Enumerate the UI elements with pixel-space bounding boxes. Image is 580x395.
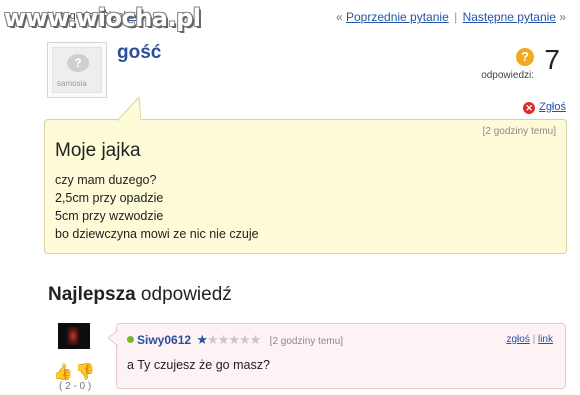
speech-tail <box>108 330 118 346</box>
site-watermark: www.wiocha.pl <box>4 4 201 32</box>
answer-meta: Siwy0612 ★★★★★★ [2 godziny temu] <box>127 332 343 348</box>
nav-separator: | <box>454 10 458 24</box>
close-x-icon: ✕ <box>523 102 536 114</box>
actions-separator: | <box>532 334 536 345</box>
answerer-avatar[interactable] <box>58 323 90 349</box>
thumbs-down-icon[interactable]: 👎 <box>75 362 95 382</box>
answer-permalink[interactable]: link <box>538 334 553 345</box>
report-label: Zgłoś <box>539 101 566 113</box>
question-title: Moje jajka <box>55 140 141 161</box>
best-heading-rest: odpowiedź <box>135 284 232 305</box>
question-navigation: « Poprzednie pytanie | Następne pytanie … <box>336 10 566 24</box>
asker-username[interactable]: gość <box>117 42 161 64</box>
asker-avatar[interactable]: ? samosia <box>47 42 107 98</box>
answers-count: 7 <box>544 44 560 75</box>
prev-question-link[interactable]: Poprzednie pytanie <box>346 10 449 24</box>
answer-time: [2 godziny temu] <box>269 336 344 347</box>
prev-arrow: « <box>335 10 343 24</box>
question-line: 2,5cm przy opadzie <box>55 191 164 205</box>
speech-tail <box>117 97 141 121</box>
star-filled-icon: ★ <box>196 332 208 347</box>
default-avatar-image: ? samosia <box>52 47 102 93</box>
answer-text: a Ty czujesz że go masz? <box>127 358 270 372</box>
report-answer-link[interactable]: zgłoś <box>506 334 529 345</box>
question-line: czy mam duzego? <box>55 173 157 187</box>
question-box: [2 godziny temu] Moje jajka czy mam duze… <box>44 97 567 254</box>
report-question-link[interactable]: ✕ Zgłoś <box>523 101 566 114</box>
best-answer-box: Siwy0612 ★★★★★★ [2 godziny temu] zgłoś |… <box>108 323 566 389</box>
avatar-figure <box>67 327 79 345</box>
question-line: bo dziewczyna mowi ze nic nie czuje <box>55 227 259 241</box>
answers-label: odpowiedzi: <box>481 70 534 81</box>
question-mark-icon: ? <box>516 48 534 66</box>
question-line: 5cm przy wzwodzie <box>55 209 164 223</box>
next-question-link[interactable]: Następne pytanie <box>463 10 556 24</box>
answer-actions: zgłoś | link <box>506 334 553 345</box>
question-time: [2 godziny temu] <box>482 126 556 137</box>
thumbs-up-icon[interactable]: 👍 <box>53 362 73 382</box>
vote-score: ( 2 - 0 ) <box>59 381 92 392</box>
best-answer-heading: Najlepsza odpowiedź <box>48 284 232 306</box>
star-empty-icon: ★★★★★ <box>207 332 261 347</box>
question-body: czy mam duzego? 2,5cm przy opadzie 5cm p… <box>55 171 259 243</box>
speech-bubble-icon: ? <box>67 54 89 72</box>
rating-stars: ★★★★★★ <box>196 332 261 347</box>
online-status-icon <box>127 336 134 343</box>
best-heading-bold: Najlepsza <box>48 284 136 305</box>
next-arrow: » <box>559 10 566 24</box>
answer-author[interactable]: Siwy0612 <box>137 333 191 347</box>
avatar-logo: samosia <box>57 79 87 88</box>
